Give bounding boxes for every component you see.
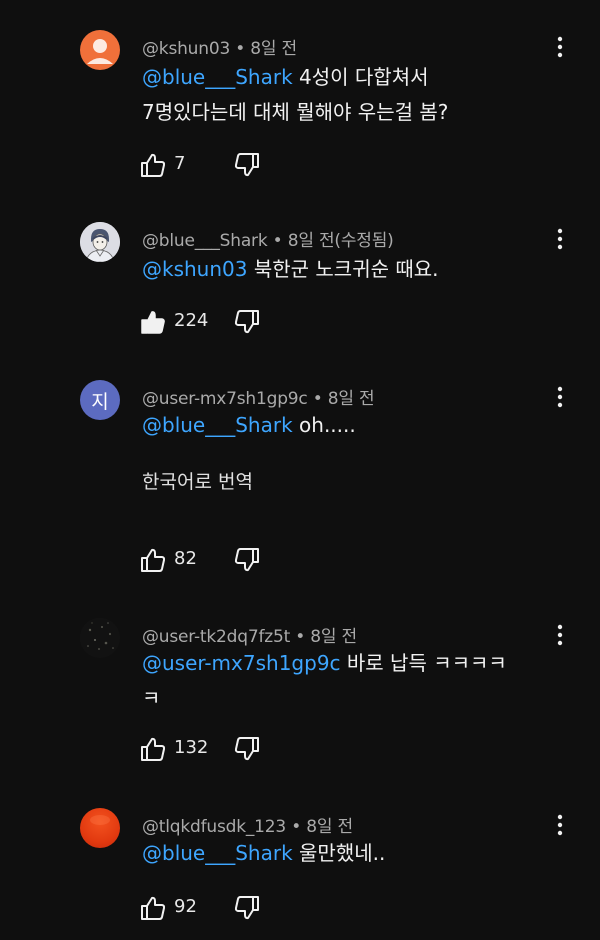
mention-link[interactable]: @blue___Shark [142,841,293,865]
avatar-letter: 지 [91,390,109,413]
comment-header: @kshun03 • 8일 전 [142,34,297,59]
more-options-icon[interactable] [548,226,572,252]
thumbs-up-icon[interactable] [140,547,166,573]
comment-username[interactable]: @tlqkdfusdk_123 [142,817,286,837]
mention-link[interactable]: @blue___Shark [142,65,293,89]
thumbs-down-icon[interactable] [234,309,260,335]
comment-text: @kshun03 북한군 노크귀순 때요. [142,257,439,281]
more-options-icon[interactable] [548,622,572,648]
comment-timestamp: • 8일 전 [307,389,375,409]
comment-username[interactable]: @kshun03 [142,39,230,59]
avatar[interactable] [80,618,120,658]
comment-text: @blue___Shark 울만했네.. [142,841,386,865]
like-count: 92 [174,896,197,917]
more-options-icon[interactable] [548,384,572,410]
avatar[interactable] [80,222,120,262]
thumbs-up-filled-icon[interactable] [140,309,166,335]
thumbs-down-icon[interactable] [234,547,260,573]
comment-timestamp: • 8일 전 [230,39,297,59]
comment-username[interactable]: @blue___Shark [142,231,268,251]
thumbs-up-icon[interactable] [140,895,166,921]
comment-text: @blue___Shark oh..... [142,413,356,437]
dark-texture-avatar [80,618,120,658]
more-options-icon[interactable] [548,812,572,838]
mention-link[interactable]: @kshun03 [142,257,247,281]
sketch-boy-avatar [80,222,120,262]
comment-timestamp: • 8일 전 [290,627,357,647]
default-person-icon [87,39,113,64]
comment-timestamp: • 8일 전(수정됨) [267,231,394,251]
comment-username[interactable]: @user-mx7sh1gp9c [142,389,308,409]
avatar[interactable] [80,808,120,848]
mention-link[interactable]: @user-mx7sh1gp9c [142,651,341,675]
comment-header: @user-tk2dq7fz5t • 8일 전 [142,622,357,647]
like-count: 7 [174,153,186,174]
thumbs-up-icon[interactable] [140,736,166,762]
thumbs-up-icon[interactable] [140,152,166,178]
mention-link[interactable]: @blue___Shark [142,413,293,437]
avatar[interactable]: 지 [80,380,120,420]
comment-header: @tlqkdfusdk_123 • 8일 전 [142,812,353,837]
red-orb-avatar [90,815,110,825]
like-count: 224 [174,310,209,331]
comment-username[interactable]: @user-tk2dq7fz5t [142,627,290,647]
comment-header: @blue___Shark • 8일 전(수정됨) [142,226,394,251]
comment-text: @blue___Shark 4성이 다합쳐서 7명있다는데 대체 뭘해야 우는걸… [142,65,449,124]
thumbs-down-icon[interactable] [234,736,260,762]
thumbs-down-icon[interactable] [234,895,260,921]
more-options-icon[interactable] [548,34,572,60]
like-count: 82 [174,548,197,569]
avatar[interactable] [80,30,120,70]
like-count: 132 [174,737,209,758]
translate-link[interactable]: 한국어로 번역 [142,467,253,494]
comment-timestamp: • 8일 전 [286,817,353,837]
thumbs-down-icon[interactable] [234,152,260,178]
comment-text: @user-mx7sh1gp9c 바로 납득 ㅋㅋㅋㅋ ㅋ [142,651,507,710]
comment-header: @user-mx7sh1gp9c • 8일 전 [142,384,375,409]
